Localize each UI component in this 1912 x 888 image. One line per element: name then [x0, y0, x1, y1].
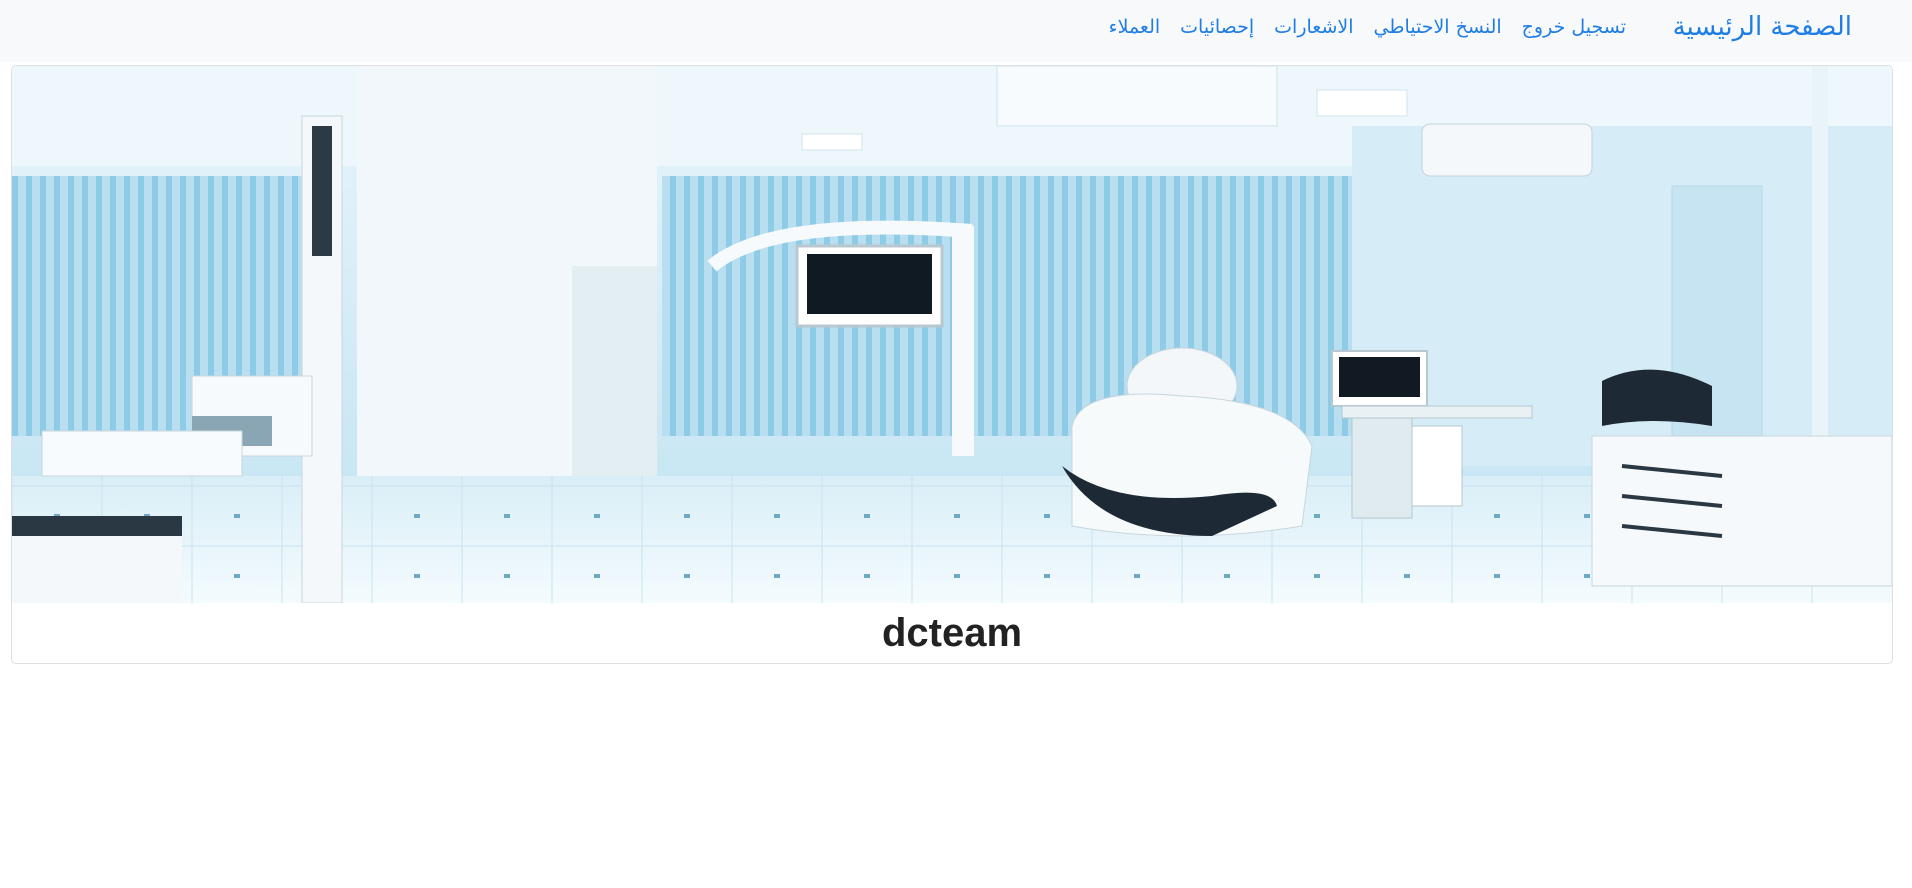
nav-item-logout: تسجيل خروج: [1522, 16, 1626, 38]
nav-item-statistics: إحصائيات: [1180, 16, 1254, 38]
nav-link-logout[interactable]: تسجيل خروج: [1522, 16, 1626, 38]
nav-link-clients[interactable]: العملاء: [1109, 16, 1161, 38]
dental-clinic-illustration: [12, 66, 1892, 603]
nav-item-clients: العملاء: [1109, 16, 1161, 38]
nav-links: العملاء إحصائيات الاشعارات النسخ الاحتيا…: [1109, 16, 1626, 38]
nav-item-backup: النسخ الاحتياطي: [1374, 16, 1502, 38]
nav-link-backup[interactable]: النسخ الاحتياطي: [1374, 16, 1502, 38]
nav-link-statistics[interactable]: إحصائيات: [1180, 16, 1254, 38]
hero-image: [12, 66, 1892, 603]
nav-item-notifications: الاشعارات: [1274, 16, 1353, 38]
card-title: dcteam: [881, 611, 1023, 655]
nav-link-notifications[interactable]: الاشعارات: [1274, 16, 1353, 38]
navbar: الصفحة الرئيسية العملاء إحصائيات الاشعار…: [0, 0, 1912, 62]
brand-link-home[interactable]: الصفحة الرئيسية: [1673, 12, 1852, 42]
hero-card: dcteam: [11, 65, 1893, 664]
